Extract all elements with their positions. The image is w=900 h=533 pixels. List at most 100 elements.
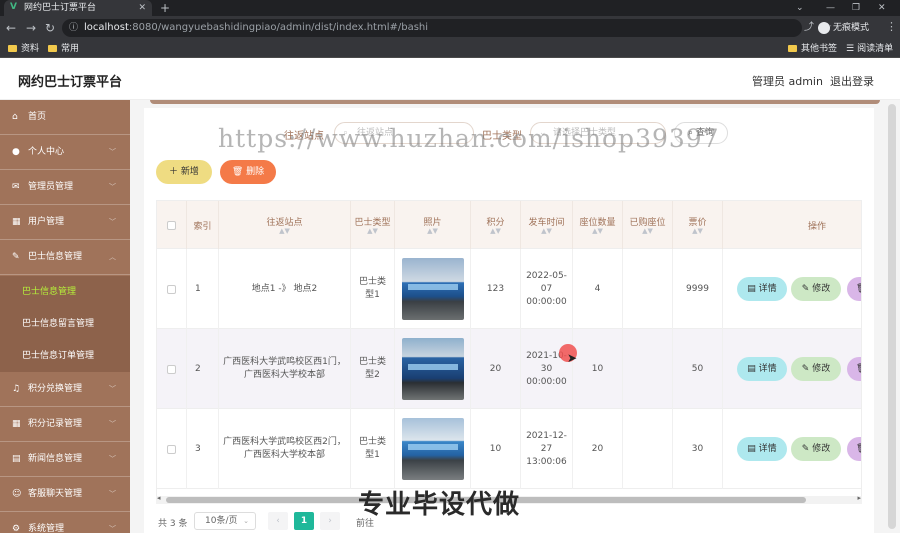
sidebar-item-profile[interactable]: ● 个人中心 ﹀ xyxy=(0,135,130,170)
detail-button[interactable]: ▤ 详情 xyxy=(737,357,787,381)
forward-icon[interactable]: → xyxy=(26,20,36,36)
vertical-scrollbar[interactable] xyxy=(884,100,900,533)
bookmark-folder[interactable]: 其他书签 xyxy=(788,43,837,55)
row-checkbox[interactable] xyxy=(167,284,176,294)
table-row: 2 广西医科大学武鸣校区西1门，广西医科大学校本部 巴士类型2 20 2021-… xyxy=(157,329,861,409)
sidebar-item-points-exchange[interactable]: ♫ 积分兑换管理 ﹀ xyxy=(0,372,130,407)
cell-index: 1 xyxy=(187,249,219,329)
edit-button[interactable]: ✎ 修改 xyxy=(791,357,841,381)
sidebar-subitem-label: 巴士信息管理 xyxy=(22,287,77,297)
delete-label: 删除 xyxy=(246,167,265,177)
sort-icon[interactable]: ▲▼ xyxy=(541,228,552,235)
reading-list[interactable]: ☰ 阅读清单 xyxy=(846,43,893,55)
detail-button[interactable]: ▤ 详情 xyxy=(737,437,787,461)
sort-icon[interactable]: ▲▼ xyxy=(692,228,703,235)
page-size-value: 10条/页 xyxy=(205,516,238,526)
sort-icon[interactable]: ▲▼ xyxy=(279,228,290,235)
trash-icon: 🗑 xyxy=(856,444,861,454)
sidebar-subitem-bus-comments[interactable]: 巴士信息留言管理 xyxy=(0,308,130,340)
back-icon[interactable]: ← xyxy=(6,20,16,36)
scroll-right-icon[interactable]: ▸ xyxy=(857,494,861,502)
batch-delete-button[interactable]: 🗑 删除 xyxy=(220,160,276,184)
sidebar-item-points-records[interactable]: ▦ 积分记录管理 ﹀ xyxy=(0,407,130,442)
detail-label: 详情 xyxy=(758,444,777,454)
restore-icon[interactable]: ❐ xyxy=(852,0,860,16)
detail-button[interactable]: ▤ 详情 xyxy=(737,277,787,301)
cell-price: 30 xyxy=(673,409,723,489)
bookmark-folder[interactable]: 资料 xyxy=(8,43,39,55)
sidebar-item-admins[interactable]: ✉ 管理员管理 ﹀ xyxy=(0,170,130,205)
select-all-checkbox[interactable] xyxy=(167,220,176,230)
header-photo[interactable]: 照片 ▲▼ xyxy=(395,201,471,249)
sidebar-item-home[interactable]: ⌂ 首页 xyxy=(0,100,130,135)
sort-icon[interactable]: ▲▼ xyxy=(592,228,603,235)
delete-button[interactable]: 🗑 删除 xyxy=(847,357,861,381)
incognito-icon xyxy=(818,21,830,34)
sidebar-item-bus-info[interactable]: ✎ 巴士信息管理 ︿ xyxy=(0,240,130,275)
reload-icon[interactable]: ↻ xyxy=(45,20,55,36)
prev-page-button[interactable]: ‹ xyxy=(268,512,288,530)
app-header: 网约巴士订票平台 管理员 admin 退出登录 xyxy=(0,58,900,100)
sort-icon[interactable]: ▲▼ xyxy=(490,228,501,235)
share-icon[interactable]: ⤴ xyxy=(804,19,814,37)
page-number-button[interactable]: 1 xyxy=(294,512,314,530)
next-page-button[interactable]: › xyxy=(320,512,340,530)
sidebar-item-chat[interactable]: ☺ 客服聊天管理 ﹀ xyxy=(0,477,130,512)
sidebar-subitem-bus-info[interactable]: 巴士信息管理 xyxy=(0,276,130,308)
bus-photo[interactable] xyxy=(401,338,464,400)
new-tab-icon[interactable]: + xyxy=(160,0,170,16)
bookmark-folder[interactable]: 常用 xyxy=(48,43,79,55)
page-size-select[interactable]: 10条/页 ⌄ xyxy=(194,512,256,530)
scroll-left-icon[interactable]: ◂ xyxy=(157,494,161,502)
doc-icon: ▤ xyxy=(747,364,759,374)
doc-icon: ▤ xyxy=(747,444,759,454)
bookmark-label: 资料 xyxy=(21,44,40,54)
add-button[interactable]: ＋ 新增 xyxy=(156,160,212,184)
sidebar-subitem-bus-orders[interactable]: 巴士信息订单管理 xyxy=(0,340,130,372)
logout-link[interactable]: 退出登录 xyxy=(830,73,874,89)
delete-button[interactable]: 🗑 删除 xyxy=(847,437,861,461)
pencil-icon: ✎ xyxy=(801,364,813,374)
row-checkbox[interactable] xyxy=(167,364,176,374)
delete-button[interactable]: 🗑 删除 xyxy=(847,277,861,301)
edit-button[interactable]: ✎ 修改 xyxy=(791,277,841,301)
bus-photo[interactable] xyxy=(401,418,464,480)
sort-icon[interactable]: ▲▼ xyxy=(367,228,378,235)
site-info-icon[interactable]: ⓘ xyxy=(69,19,78,37)
url-input[interactable]: ⓘ localhost:8080/wangyuebashidingpiao/ad… xyxy=(62,19,832,37)
close-window-icon[interactable]: ✕ xyxy=(878,0,886,16)
cell-photo xyxy=(395,409,471,489)
sidebar-item-system[interactable]: ⚙ 系统管理 ﹀ xyxy=(0,512,130,533)
sort-icon[interactable]: ▲▼ xyxy=(642,228,653,235)
header-station[interactable]: 往返站点 ▲▼ xyxy=(219,201,351,249)
header-price[interactable]: 票价 ▲▼ xyxy=(673,201,723,249)
mouse-cursor-icon: ➤ xyxy=(567,351,578,365)
bus-photo[interactable] xyxy=(401,258,464,320)
header-bustype[interactable]: 巴士类型 ▲▼ xyxy=(351,201,395,249)
cell-departure: 2022-05-07 00:00:00 xyxy=(521,249,573,329)
row-checkbox[interactable] xyxy=(167,444,176,454)
edit-button[interactable]: ✎ 修改 xyxy=(791,437,841,461)
chevron-down-icon[interactable]: ⌄ xyxy=(796,0,804,16)
sidebar-item-users[interactable]: ▦ 用户管理 ﹀ xyxy=(0,205,130,240)
cell-bustype: 巴士类型1 xyxy=(351,249,395,329)
bell-icon: ♫ xyxy=(12,384,21,394)
cell-booked xyxy=(623,249,673,329)
minimize-icon[interactable]: — xyxy=(826,0,835,16)
header-seats[interactable]: 座位数量 ▲▼ xyxy=(573,201,623,249)
scrollbar-thumb[interactable] xyxy=(888,104,896,529)
sort-icon[interactable]: ▲▼ xyxy=(427,228,438,235)
header-booked[interactable]: 已购座位 ▲▼ xyxy=(623,201,673,249)
cell-departure: 2021-10-30 00:00:00 xyxy=(521,329,573,409)
cell-price: 50 xyxy=(673,329,723,409)
mail-icon: ✉ xyxy=(12,182,20,192)
detail-label: 详情 xyxy=(758,364,777,374)
browser-tab[interactable]: V 网约巴士订票平台 ✕ xyxy=(4,0,152,16)
sidebar-item-news[interactable]: ▤ 新闻信息管理 ﹀ xyxy=(0,442,130,477)
browser-menu-icon[interactable]: ⋮ xyxy=(886,20,897,33)
close-tab-icon[interactable]: ✕ xyxy=(138,0,146,16)
incognito-badge[interactable]: 无痕模式 xyxy=(818,21,869,35)
header-departure[interactable]: 发车时间 ▲▼ xyxy=(521,201,573,249)
header-points[interactable]: 积分 ▲▼ xyxy=(471,201,521,249)
watermark-text: https://www.huzhan.com/ishop39397 xyxy=(218,124,720,153)
